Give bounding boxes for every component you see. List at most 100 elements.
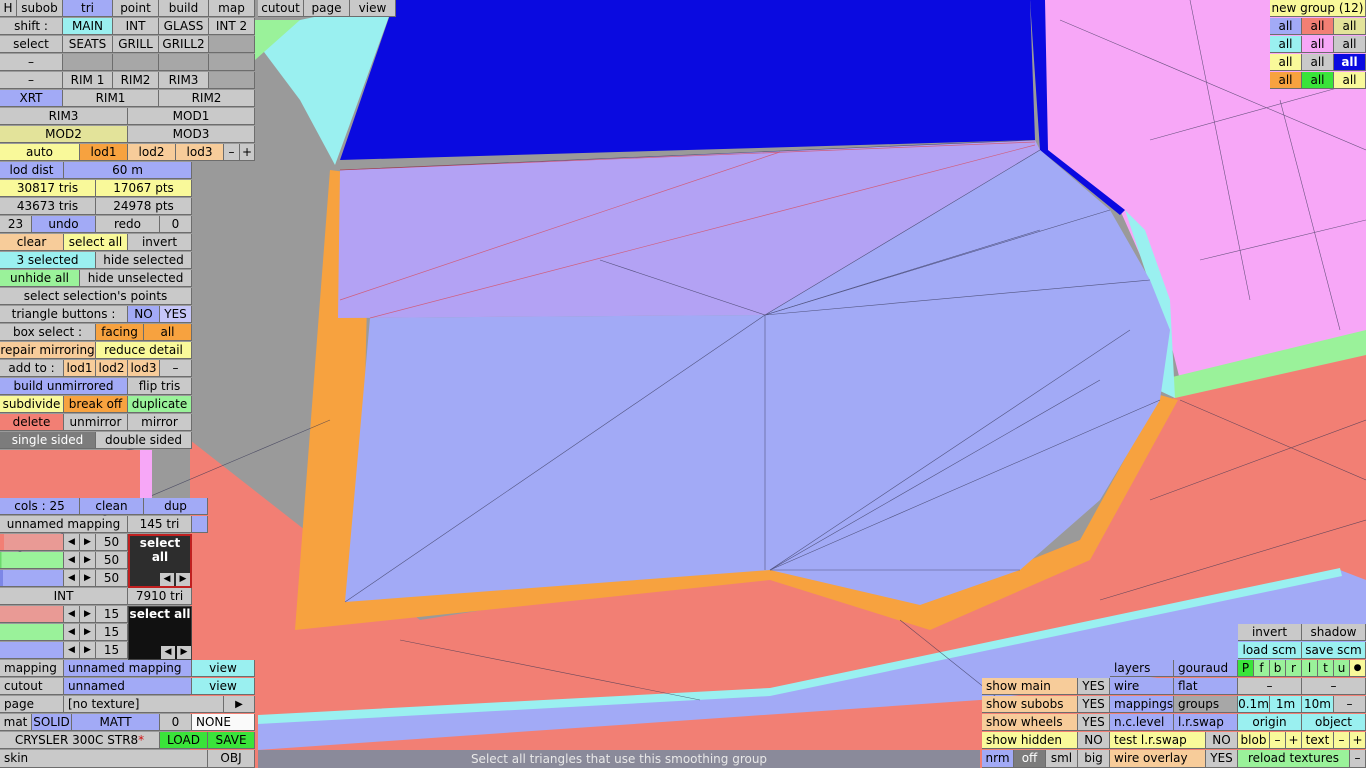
- redo-button[interactable]: redo: [96, 216, 160, 233]
- model-name[interactable]: CRYSLER 300C STR8*: [0, 732, 160, 749]
- group-all-1[interactable]: all: [1270, 18, 1302, 35]
- mapping-2-green-slider[interactable]: [0, 624, 64, 641]
- mapping-1-scroll[interactable]: [192, 516, 208, 533]
- mat-none[interactable]: NONE: [192, 714, 255, 731]
- clear-button[interactable]: clear: [0, 234, 64, 251]
- show-hidden-toggle[interactable]: NO: [1078, 732, 1110, 749]
- group-all-7[interactable]: all: [1270, 54, 1302, 71]
- show-main-toggle[interactable]: YES: [1078, 678, 1110, 695]
- subob-empty-5[interactable]: [209, 54, 255, 71]
- wire-button[interactable]: wire: [1110, 678, 1174, 695]
- normal-off[interactable]: off: [1014, 750, 1046, 768]
- group-all-10[interactable]: all: [1270, 72, 1302, 89]
- repair-mirroring-button[interactable]: repair mirroring: [0, 342, 96, 359]
- subob-seats[interactable]: SEATS: [63, 36, 113, 53]
- group-all-9[interactable]: all: [1334, 54, 1366, 71]
- subob-empty-1[interactable]: [209, 36, 255, 53]
- subob-rim3[interactable]: RIM3: [159, 72, 209, 89]
- subob-rim1b[interactable]: RIM1: [63, 90, 159, 107]
- lod1-button[interactable]: lod1: [80, 144, 128, 161]
- mapping-1-red-slider[interactable]: [0, 534, 64, 551]
- dist-10m[interactable]: 10m: [1302, 696, 1334, 713]
- dist-0-1m[interactable]: 0.1m: [1238, 696, 1270, 713]
- group-all-3[interactable]: all: [1334, 18, 1366, 35]
- point-tab[interactable]: point: [113, 0, 159, 17]
- m1-blue-left-arrow[interactable]: ◀: [64, 570, 80, 587]
- mapping-2-red-slider[interactable]: [0, 606, 64, 623]
- subob-rim3b[interactable]: RIM3: [0, 108, 128, 125]
- shadow-button[interactable]: shadow: [1302, 624, 1366, 641]
- tri-tab[interactable]: tri: [63, 0, 113, 17]
- undo-button[interactable]: undo: [32, 216, 96, 233]
- subob-rim1[interactable]: RIM 1: [63, 72, 113, 89]
- group-all-8[interactable]: all: [1302, 54, 1334, 71]
- mapping-view-button[interactable]: view: [192, 660, 255, 677]
- text-button[interactable]: text: [1302, 732, 1334, 749]
- dash-button-2[interactable]: –: [0, 72, 63, 89]
- text-plus[interactable]: +: [1350, 732, 1366, 749]
- flag-f[interactable]: f: [1254, 660, 1270, 677]
- m2-red-right-arrow[interactable]: ▶: [80, 606, 96, 623]
- mapping-2-blue-slider[interactable]: [0, 642, 64, 659]
- swatch-2-left-arrow[interactable]: ◀: [161, 646, 175, 659]
- subob-mod3[interactable]: MOD3: [128, 126, 255, 143]
- mapping-1-blue-slider[interactable]: [0, 570, 64, 587]
- subob-glass[interactable]: GLASS: [159, 18, 209, 35]
- subob-grill[interactable]: GRILL: [113, 36, 159, 53]
- normal-sml[interactable]: sml: [1046, 750, 1078, 768]
- m2-blue-right-arrow[interactable]: ▶: [80, 642, 96, 659]
- wire-overlay-toggle[interactable]: YES: [1206, 750, 1238, 768]
- gouraud-button[interactable]: gouraud: [1174, 660, 1238, 677]
- select-all-button[interactable]: select all: [64, 234, 128, 251]
- origin-button[interactable]: origin: [1238, 714, 1302, 731]
- subob-mod1[interactable]: MOD1: [128, 108, 255, 125]
- subob-empty-4[interactable]: [159, 54, 209, 71]
- dup-button[interactable]: dup: [144, 498, 208, 515]
- mapping-value[interactable]: unnamed mapping: [64, 660, 192, 677]
- lod-auto[interactable]: auto: [0, 144, 80, 161]
- mapping-2-name[interactable]: INT: [0, 588, 128, 605]
- flip-tris-button[interactable]: flip tris: [128, 378, 192, 395]
- m2-green-left-arrow[interactable]: ◀: [64, 624, 80, 641]
- lod-minus-button[interactable]: –: [224, 144, 240, 161]
- dash-button-1[interactable]: –: [0, 54, 63, 71]
- clean-button[interactable]: clean: [80, 498, 144, 515]
- mapping-1-color-swatch[interactable]: select all ◀ ▶: [128, 534, 192, 588]
- normal-nrm[interactable]: nrm: [982, 750, 1014, 768]
- box-select-all[interactable]: all: [144, 324, 192, 341]
- subob-main[interactable]: MAIN: [63, 18, 113, 35]
- mapping-1-green-slider[interactable]: [0, 552, 64, 569]
- break-off-button[interactable]: break off: [64, 396, 128, 413]
- invert-view-button[interactable]: invert: [1238, 624, 1302, 641]
- cutout-tab[interactable]: cutout: [258, 0, 304, 17]
- subdivide-button[interactable]: subdivide: [0, 396, 64, 413]
- mirror-button[interactable]: mirror: [128, 414, 192, 431]
- m1-blue-right-arrow[interactable]: ▶: [80, 570, 96, 587]
- unmirror-button[interactable]: unmirror: [64, 414, 128, 431]
- nc-level-button[interactable]: n.c.level: [1110, 714, 1174, 731]
- mat-solid-button[interactable]: SOLID: [32, 714, 72, 731]
- show-subobs-toggle[interactable]: YES: [1078, 696, 1110, 713]
- flag-r[interactable]: r: [1286, 660, 1302, 677]
- obj-button[interactable]: OBJ: [208, 750, 255, 768]
- subob-rim2[interactable]: RIM2: [113, 72, 159, 89]
- delete-button[interactable]: delete: [0, 414, 64, 431]
- load-button[interactable]: LOAD: [160, 732, 208, 749]
- flag-p[interactable]: P: [1238, 660, 1254, 677]
- build-unmirrored-button[interactable]: build unmirrored: [0, 378, 128, 395]
- reload-textures-button[interactable]: reload textures: [1238, 750, 1350, 768]
- mappings-button[interactable]: mappings: [1110, 696, 1174, 713]
- group-all-2[interactable]: all: [1302, 18, 1334, 35]
- dash-right-1[interactable]: –: [1238, 678, 1302, 695]
- select-points-button[interactable]: select selection's points: [0, 288, 192, 305]
- load-scm-button[interactable]: load scm: [1238, 642, 1302, 659]
- page-tab[interactable]: page: [304, 0, 350, 17]
- m2-red-left-arrow[interactable]: ◀: [64, 606, 80, 623]
- layers-button[interactable]: layers: [1110, 660, 1174, 677]
- invert-button[interactable]: invert: [128, 234, 192, 251]
- lod2-button[interactable]: lod2: [128, 144, 176, 161]
- subob-empty-6[interactable]: [209, 72, 255, 89]
- build-tab[interactable]: build: [159, 0, 209, 17]
- group-all-6[interactable]: all: [1334, 36, 1366, 53]
- add-to-lod1[interactable]: lod1: [64, 360, 96, 377]
